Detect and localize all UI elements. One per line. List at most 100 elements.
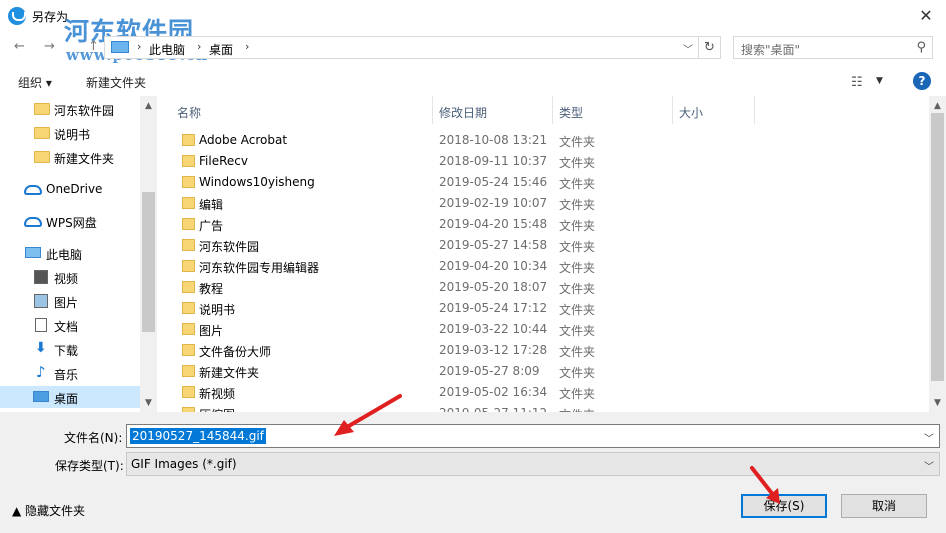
caret-down-icon[interactable]: ▼ xyxy=(876,76,883,86)
close-icon[interactable]: ✕ xyxy=(915,6,937,26)
scroll-down-icon[interactable]: ▼ xyxy=(140,398,157,408)
file-row[interactable]: 教程 2019-05-20 18:07 文件夹 xyxy=(157,277,927,298)
sidebar-scrollbar[interactable]: ▲ ▼ xyxy=(140,96,157,412)
hide-folders-toggle[interactable]: ▲ 隐藏文件夹 xyxy=(12,502,85,519)
scroll-up-icon[interactable]: ▲ xyxy=(929,101,946,111)
scrollbar-thumb[interactable] xyxy=(142,192,155,332)
column-header-size[interactable]: 大小 xyxy=(673,96,755,124)
file-row[interactable]: 文件备份大师 2019-03-12 17:28 文件夹 xyxy=(157,340,927,361)
video-icon xyxy=(34,270,48,284)
filetype-label: 保存类型(T): xyxy=(55,459,124,473)
sidebar-item-label: 视频 xyxy=(54,272,79,286)
sidebar-item-pictures[interactable]: 图片 xyxy=(0,290,140,312)
file-row[interactable]: 新建文件夹 2019-05-27 8:09 文件夹 xyxy=(157,361,927,382)
chevron-right-icon[interactable]: › xyxy=(197,40,201,53)
scroll-up-icon[interactable]: ▲ xyxy=(140,101,157,111)
file-type: 文件夹 xyxy=(559,240,596,254)
address-bar[interactable]: › 此电脑 › 桌面 › ﹀ xyxy=(104,36,699,59)
folder-icon xyxy=(182,197,195,209)
filetype-select[interactable]: GIF Images (*.gif) ﹀ xyxy=(126,452,940,476)
sidebar-item-music[interactable]: ♪ 音乐 xyxy=(0,362,140,384)
new-folder-button[interactable]: 新建文件夹 xyxy=(86,74,146,91)
file-name: FileRecv xyxy=(199,154,248,168)
chevron-down-icon[interactable]: ﹀ xyxy=(924,430,934,445)
refresh-button[interactable]: ↻ xyxy=(699,36,721,59)
filename-input[interactable]: 20190527_145844.gif ﹀ xyxy=(126,424,940,448)
file-list-scrollbar[interactable]: ▲ ▼ xyxy=(929,96,946,412)
file-row[interactable]: 广告 2019-04-20 15:48 文件夹 xyxy=(157,214,927,235)
folder-icon xyxy=(182,302,195,314)
folder-icon xyxy=(182,155,195,167)
file-row[interactable]: FileRecv 2018-09-11 10:37 文件夹 xyxy=(157,151,927,172)
file-row[interactable]: 河东软件园专用编辑器 2019-04-20 10:34 文件夹 xyxy=(157,256,927,277)
file-type: 文件夹 xyxy=(559,198,596,212)
help-icon[interactable]: ? xyxy=(913,72,931,90)
chevron-down-icon[interactable]: ﹀ xyxy=(924,458,934,473)
file-date: 2019-05-20 18:07 xyxy=(439,280,548,294)
search-input[interactable]: 搜索"桌面" ⚲ xyxy=(733,36,933,59)
file-row[interactable]: 河东软件园 2019-05-27 14:58 文件夹 xyxy=(157,235,927,256)
file-row[interactable]: 压缩图2019-05-27 11:12文件夹 xyxy=(157,403,927,412)
chevron-down-icon[interactable]: ﹀ xyxy=(683,41,693,56)
file-date: 2019-03-22 10:44 xyxy=(439,322,548,336)
app-icon xyxy=(8,7,26,25)
file-row[interactable]: 新视频 2019-05-02 16:34 文件夹 xyxy=(157,382,927,403)
view-options-icon[interactable]: ☷ xyxy=(851,75,863,90)
folder-icon xyxy=(182,176,195,188)
file-row[interactable]: 图片 2019-03-22 10:44 文件夹 xyxy=(157,319,927,340)
folder-icon xyxy=(182,344,195,356)
folder-icon xyxy=(34,103,50,115)
cloud-icon xyxy=(24,185,42,195)
sidebar-item-videos[interactable]: 视频 xyxy=(0,266,140,288)
folder-icon xyxy=(182,239,195,251)
download-icon: ⬇ xyxy=(35,340,47,356)
breadcrumb-this-pc[interactable]: 此电脑 xyxy=(149,41,185,58)
filename-value[interactable]: 20190527_145844.gif xyxy=(130,428,266,444)
file-row[interactable]: Windows10yisheng 2019-05-24 15:46 文件夹 xyxy=(157,172,927,193)
file-row[interactable]: Adobe Acrobat 2018-10-08 13:21 文件夹 xyxy=(157,130,927,151)
sidebar-item-documents[interactable]: 文档 xyxy=(0,314,140,336)
search-placeholder: 搜索"桌面" xyxy=(741,43,801,57)
sidebar-item-new-folder[interactable]: 新建文件夹 xyxy=(0,146,140,168)
sidebar-item-onedrive[interactable]: OneDrive xyxy=(0,178,140,200)
sidebar-item-this-pc[interactable]: 此电脑 xyxy=(0,242,140,264)
sort-ascending-icon: ⌃ xyxy=(297,96,305,103)
chevron-right-icon[interactable]: › xyxy=(137,40,141,53)
forward-arrow-icon[interactable]: → xyxy=(44,39,55,54)
folder-icon xyxy=(182,260,195,272)
picture-icon xyxy=(34,294,48,308)
file-type: 文件夹 xyxy=(559,324,596,338)
column-header-type[interactable]: 类型 xyxy=(553,96,673,124)
music-icon: ♪ xyxy=(36,363,46,381)
folder-icon xyxy=(34,127,50,139)
scroll-down-icon[interactable]: ▼ xyxy=(929,398,946,408)
sidebar-item-label: 图片 xyxy=(54,296,79,310)
scrollbar-thumb[interactable] xyxy=(931,113,944,381)
sidebar-item-desktop[interactable]: 桌面 xyxy=(0,386,140,408)
file-row[interactable]: 编辑 2019-02-19 10:07 文件夹 xyxy=(157,193,927,214)
sidebar-item-hedong[interactable]: 河东软件园 xyxy=(0,98,140,120)
file-name: 河东软件园 xyxy=(199,240,260,254)
sidebar-item-label: 下载 xyxy=(54,344,79,358)
organize-button[interactable]: 组织 ▾ xyxy=(18,74,52,91)
save-button[interactable]: 保存(S) xyxy=(741,494,827,518)
filename-label: 文件名(N): xyxy=(64,431,123,445)
breadcrumb-desktop[interactable]: 桌面 xyxy=(209,41,233,58)
chevron-right-icon[interactable]: › xyxy=(245,40,249,53)
sidebar-item-wps-drive[interactable]: WPS网盘 xyxy=(0,210,140,232)
file-type: 文件夹 xyxy=(559,156,596,170)
file-type: 文件夹 xyxy=(559,261,596,275)
sidebar-item-manual[interactable]: 说明书 xyxy=(0,122,140,144)
column-header-modified[interactable]: 修改日期 xyxy=(433,96,553,124)
column-header-label: 大小 xyxy=(679,106,704,120)
title-bar: 另存为 河东软件园 ✕ xyxy=(0,0,946,46)
back-arrow-icon[interactable]: ← xyxy=(14,39,25,54)
sidebar-item-downloads[interactable]: ⬇ 下载 xyxy=(0,338,140,360)
cancel-button[interactable]: 取消 xyxy=(841,494,927,518)
column-header-name[interactable]: 名称 ⌃ xyxy=(157,96,433,124)
save-form: 文件名(N): 20190527_145844.gif ﹀ 保存类型(T): G… xyxy=(0,412,946,533)
up-arrow-icon[interactable]: ↑ xyxy=(88,39,99,54)
file-row[interactable]: 说明书 2019-05-24 17:12 文件夹 xyxy=(157,298,927,319)
file-date: 2019-05-24 15:46 xyxy=(439,175,548,189)
sidebar-item-label: 文档 xyxy=(54,320,79,334)
